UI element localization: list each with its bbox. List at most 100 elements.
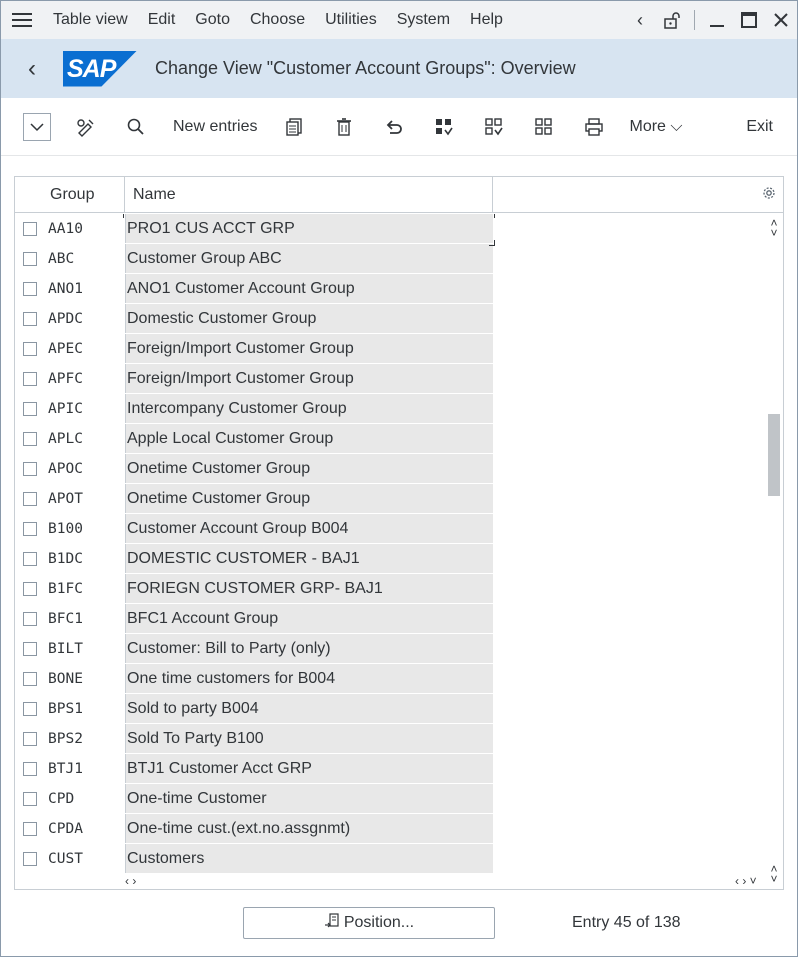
table-row[interactable]: AA10 PRO1 CUS ACCT GRP: [15, 214, 767, 244]
menu-goto[interactable]: Goto: [185, 1, 240, 39]
chevron-left-icon[interactable]: ‹: [624, 1, 656, 39]
name-cell[interactable]: Onetime Customer Group: [125, 454, 493, 483]
row-selector[interactable]: [23, 432, 37, 446]
new-entries-button[interactable]: New entries: [161, 118, 269, 136]
name-cell[interactable]: One-time Customer: [125, 784, 493, 813]
row-selector[interactable]: [23, 612, 37, 626]
table-row[interactable]: BPS1 Sold to party B004: [15, 694, 767, 724]
row-selector[interactable]: [23, 492, 37, 506]
scroll-up-icon[interactable]: ˄ ˅: [767, 217, 781, 239]
display-change-icon[interactable]: [61, 107, 111, 147]
table-row[interactable]: APOC Onetime Customer Group: [15, 454, 767, 484]
name-cell[interactable]: Domestic Customer Group: [125, 304, 493, 333]
row-selector[interactable]: [23, 702, 37, 716]
row-selector[interactable]: [23, 732, 37, 746]
name-cell[interactable]: ANO1 Customer Account Group: [125, 274, 493, 303]
close-icon[interactable]: [765, 1, 797, 39]
menu-table-view[interactable]: Table view: [43, 1, 138, 39]
scrollbar-thumb[interactable]: [768, 414, 780, 496]
undo-icon[interactable]: [369, 107, 419, 147]
row-selector[interactable]: [23, 522, 37, 536]
vertical-scrollbar[interactable]: ˄ ˅ ˄ ˅: [767, 214, 781, 888]
table-row[interactable]: ANO1 ANO1 Customer Account Group: [15, 274, 767, 304]
row-selector[interactable]: [23, 792, 37, 806]
row-selector[interactable]: [23, 252, 37, 266]
position-button[interactable]: Position...: [243, 907, 495, 939]
name-cell[interactable]: Customer Group ABC: [125, 244, 493, 273]
name-cell[interactable]: Foreign/Import Customer Group: [125, 334, 493, 363]
table-row[interactable]: BONE One time customers for B004: [15, 664, 767, 694]
row-selector[interactable]: [23, 342, 37, 356]
minimize-icon[interactable]: [701, 1, 733, 39]
table-row[interactable]: APOT Onetime Customer Group: [15, 484, 767, 514]
column-header-group[interactable]: Group: [47, 177, 125, 213]
table-row[interactable]: BILT Customer: Bill to Party (only): [15, 634, 767, 664]
toolbar-dropdown[interactable]: [23, 112, 51, 141]
name-cell[interactable]: BFC1 Account Group: [125, 604, 493, 633]
row-selector[interactable]: [23, 582, 37, 596]
search-icon[interactable]: [111, 107, 161, 147]
menu-help[interactable]: Help: [460, 1, 513, 39]
name-cell[interactable]: Customer: Bill to Party (only): [125, 634, 493, 663]
name-cell[interactable]: Intercompany Customer Group: [125, 394, 493, 423]
table-row[interactable]: B1FC FORIEGN CUSTOMER GRP- BAJ1: [15, 574, 767, 604]
row-selector[interactable]: [23, 642, 37, 656]
table-row[interactable]: CPD One-time Customer: [15, 784, 767, 814]
copy-as-icon[interactable]: [269, 107, 319, 147]
horizontal-scroll-left[interactable]: ‹ ›: [125, 874, 765, 888]
menu-choose[interactable]: Choose: [240, 1, 315, 39]
table-row[interactable]: APLC Apple Local Customer Group: [15, 424, 767, 454]
row-selector[interactable]: [23, 852, 37, 866]
table-row[interactable]: B1DC DOMESTIC CUSTOMER - BAJ1: [15, 544, 767, 574]
menu-edit[interactable]: Edit: [138, 1, 186, 39]
table-row[interactable]: BTJ1 BTJ1 Customer Acct GRP: [15, 754, 767, 784]
row-selector[interactable]: [23, 462, 37, 476]
more-button[interactable]: More ⌵: [629, 118, 682, 136]
row-selector[interactable]: [23, 672, 37, 686]
row-selector[interactable]: [23, 282, 37, 296]
back-icon[interactable]: ‹: [1, 39, 63, 98]
print-icon[interactable]: [569, 107, 619, 147]
table-settings-icon[interactable]: [761, 186, 777, 202]
table-row[interactable]: APDC Domestic Customer Group: [15, 304, 767, 334]
name-cell[interactable]: Foreign/Import Customer Group: [125, 364, 493, 393]
table-row[interactable]: CPDA One-time cust.(ext.no.assgnmt): [15, 814, 767, 844]
select-all-icon[interactable]: [419, 107, 469, 147]
table-row[interactable]: APEC Foreign/Import Customer Group: [15, 334, 767, 364]
column-header-name[interactable]: Name: [125, 177, 493, 213]
row-selector[interactable]: [23, 372, 37, 386]
table-row[interactable]: CUST Customers: [15, 844, 767, 874]
row-selector[interactable]: [23, 552, 37, 566]
table-row[interactable]: APIC Intercompany Customer Group: [15, 394, 767, 424]
table-row[interactable]: B100 Customer Account Group B004: [15, 514, 767, 544]
maximize-icon[interactable]: [733, 1, 765, 39]
exit-button[interactable]: Exit: [746, 118, 773, 136]
name-cell[interactable]: Customers: [125, 844, 493, 873]
row-selector[interactable]: [23, 762, 37, 776]
table-row[interactable]: BFC1 BFC1 Account Group: [15, 604, 767, 634]
menu-system[interactable]: System: [387, 1, 460, 39]
name-cell[interactable]: One time customers for B004: [125, 664, 493, 693]
hamburger-menu-icon[interactable]: [1, 1, 43, 39]
name-cell[interactable]: PRO1 CUS ACCT GRP: [125, 214, 493, 243]
menu-utilities[interactable]: Utilities: [315, 1, 387, 39]
unlock-icon[interactable]: [656, 1, 688, 39]
name-cell[interactable]: Sold To Party B100: [125, 724, 493, 753]
table-row[interactable]: BPS2 Sold To Party B100: [15, 724, 767, 754]
name-cell[interactable]: Customer Account Group B004: [125, 514, 493, 543]
name-cell[interactable]: Onetime Customer Group: [125, 484, 493, 513]
name-cell[interactable]: FORIEGN CUSTOMER GRP- BAJ1: [125, 574, 493, 603]
row-selector[interactable]: [23, 222, 37, 236]
name-cell[interactable]: DOMESTIC CUSTOMER - BAJ1: [125, 544, 493, 573]
row-selector[interactable]: [23, 822, 37, 836]
select-block-icon[interactable]: [469, 107, 519, 147]
deselect-all-icon[interactable]: [519, 107, 569, 147]
horizontal-scroll-right[interactable]: ‹ › ˅: [735, 874, 783, 888]
delete-icon[interactable]: [319, 107, 369, 147]
name-cell[interactable]: BTJ1 Customer Acct GRP: [125, 754, 493, 783]
name-cell[interactable]: Sold to party B004: [125, 694, 493, 723]
table-row[interactable]: ABC Customer Group ABC: [15, 244, 767, 274]
name-cell[interactable]: One-time cust.(ext.no.assgnmt): [125, 814, 493, 843]
row-selector[interactable]: [23, 312, 37, 326]
table-row[interactable]: APFC Foreign/Import Customer Group: [15, 364, 767, 394]
